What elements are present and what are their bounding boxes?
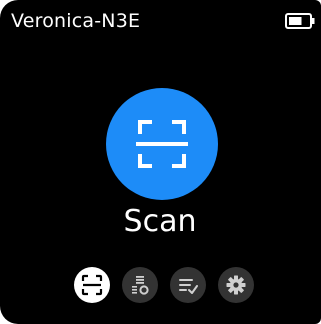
scan-frame-icon <box>136 120 188 168</box>
scan-button[interactable] <box>106 88 218 200</box>
battery-icon <box>285 13 315 29</box>
dock-item-settings[interactable] <box>218 267 254 303</box>
dock-item-barcode-list[interactable] <box>122 267 158 303</box>
gear-icon <box>226 275 246 295</box>
bottom-dock <box>0 267 321 307</box>
dock-item-scan[interactable] <box>74 267 110 303</box>
checklist-icon <box>179 279 198 294</box>
dock-item-checklist[interactable] <box>170 267 206 303</box>
device-name: Veronica-N3E <box>11 10 141 32</box>
battery-fill <box>289 17 302 25</box>
device-screen: Veronica-N3E Scan <box>0 0 321 324</box>
barcode-list-icon <box>132 276 149 295</box>
scan-icon <box>81 274 103 296</box>
scan-label: Scan <box>123 204 197 239</box>
